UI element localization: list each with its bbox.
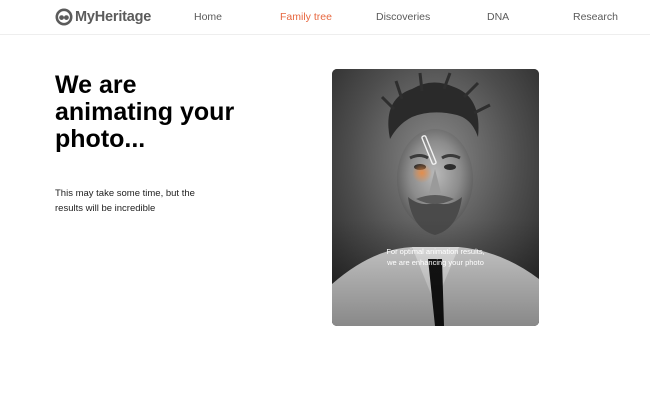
nav-home[interactable]: Home: [194, 0, 222, 34]
nav-family-tree[interactable]: Family tree: [280, 0, 332, 34]
myheritage-logo-icon: [55, 8, 73, 26]
enhancing-message: For optimal animation results, we are en…: [332, 246, 539, 268]
logo-text: MyHeritage: [75, 9, 152, 25]
top-header: MyHeritage Home Family tree Discoveries …: [0, 0, 650, 35]
photo-preview: For optimal animation results, we are en…: [332, 69, 539, 326]
page-subtext: This may take some time, but the results…: [55, 188, 195, 214]
nav-research[interactable]: Research: [573, 0, 618, 34]
animation-page: MyHeritage Home Family tree Discoveries …: [0, 0, 650, 410]
nav-discoveries[interactable]: Discoveries: [376, 0, 430, 34]
enhancing-message-line-1: For optimal animation results,: [386, 247, 485, 256]
nav-dna[interactable]: DNA: [487, 0, 509, 34]
portrait-image: [332, 69, 539, 326]
enhancing-message-line-2: we are enhancing your photo: [387, 258, 484, 267]
myheritage-logo[interactable]: MyHeritage: [55, 7, 151, 27]
page-headline: We are animating your photo...: [55, 71, 235, 153]
